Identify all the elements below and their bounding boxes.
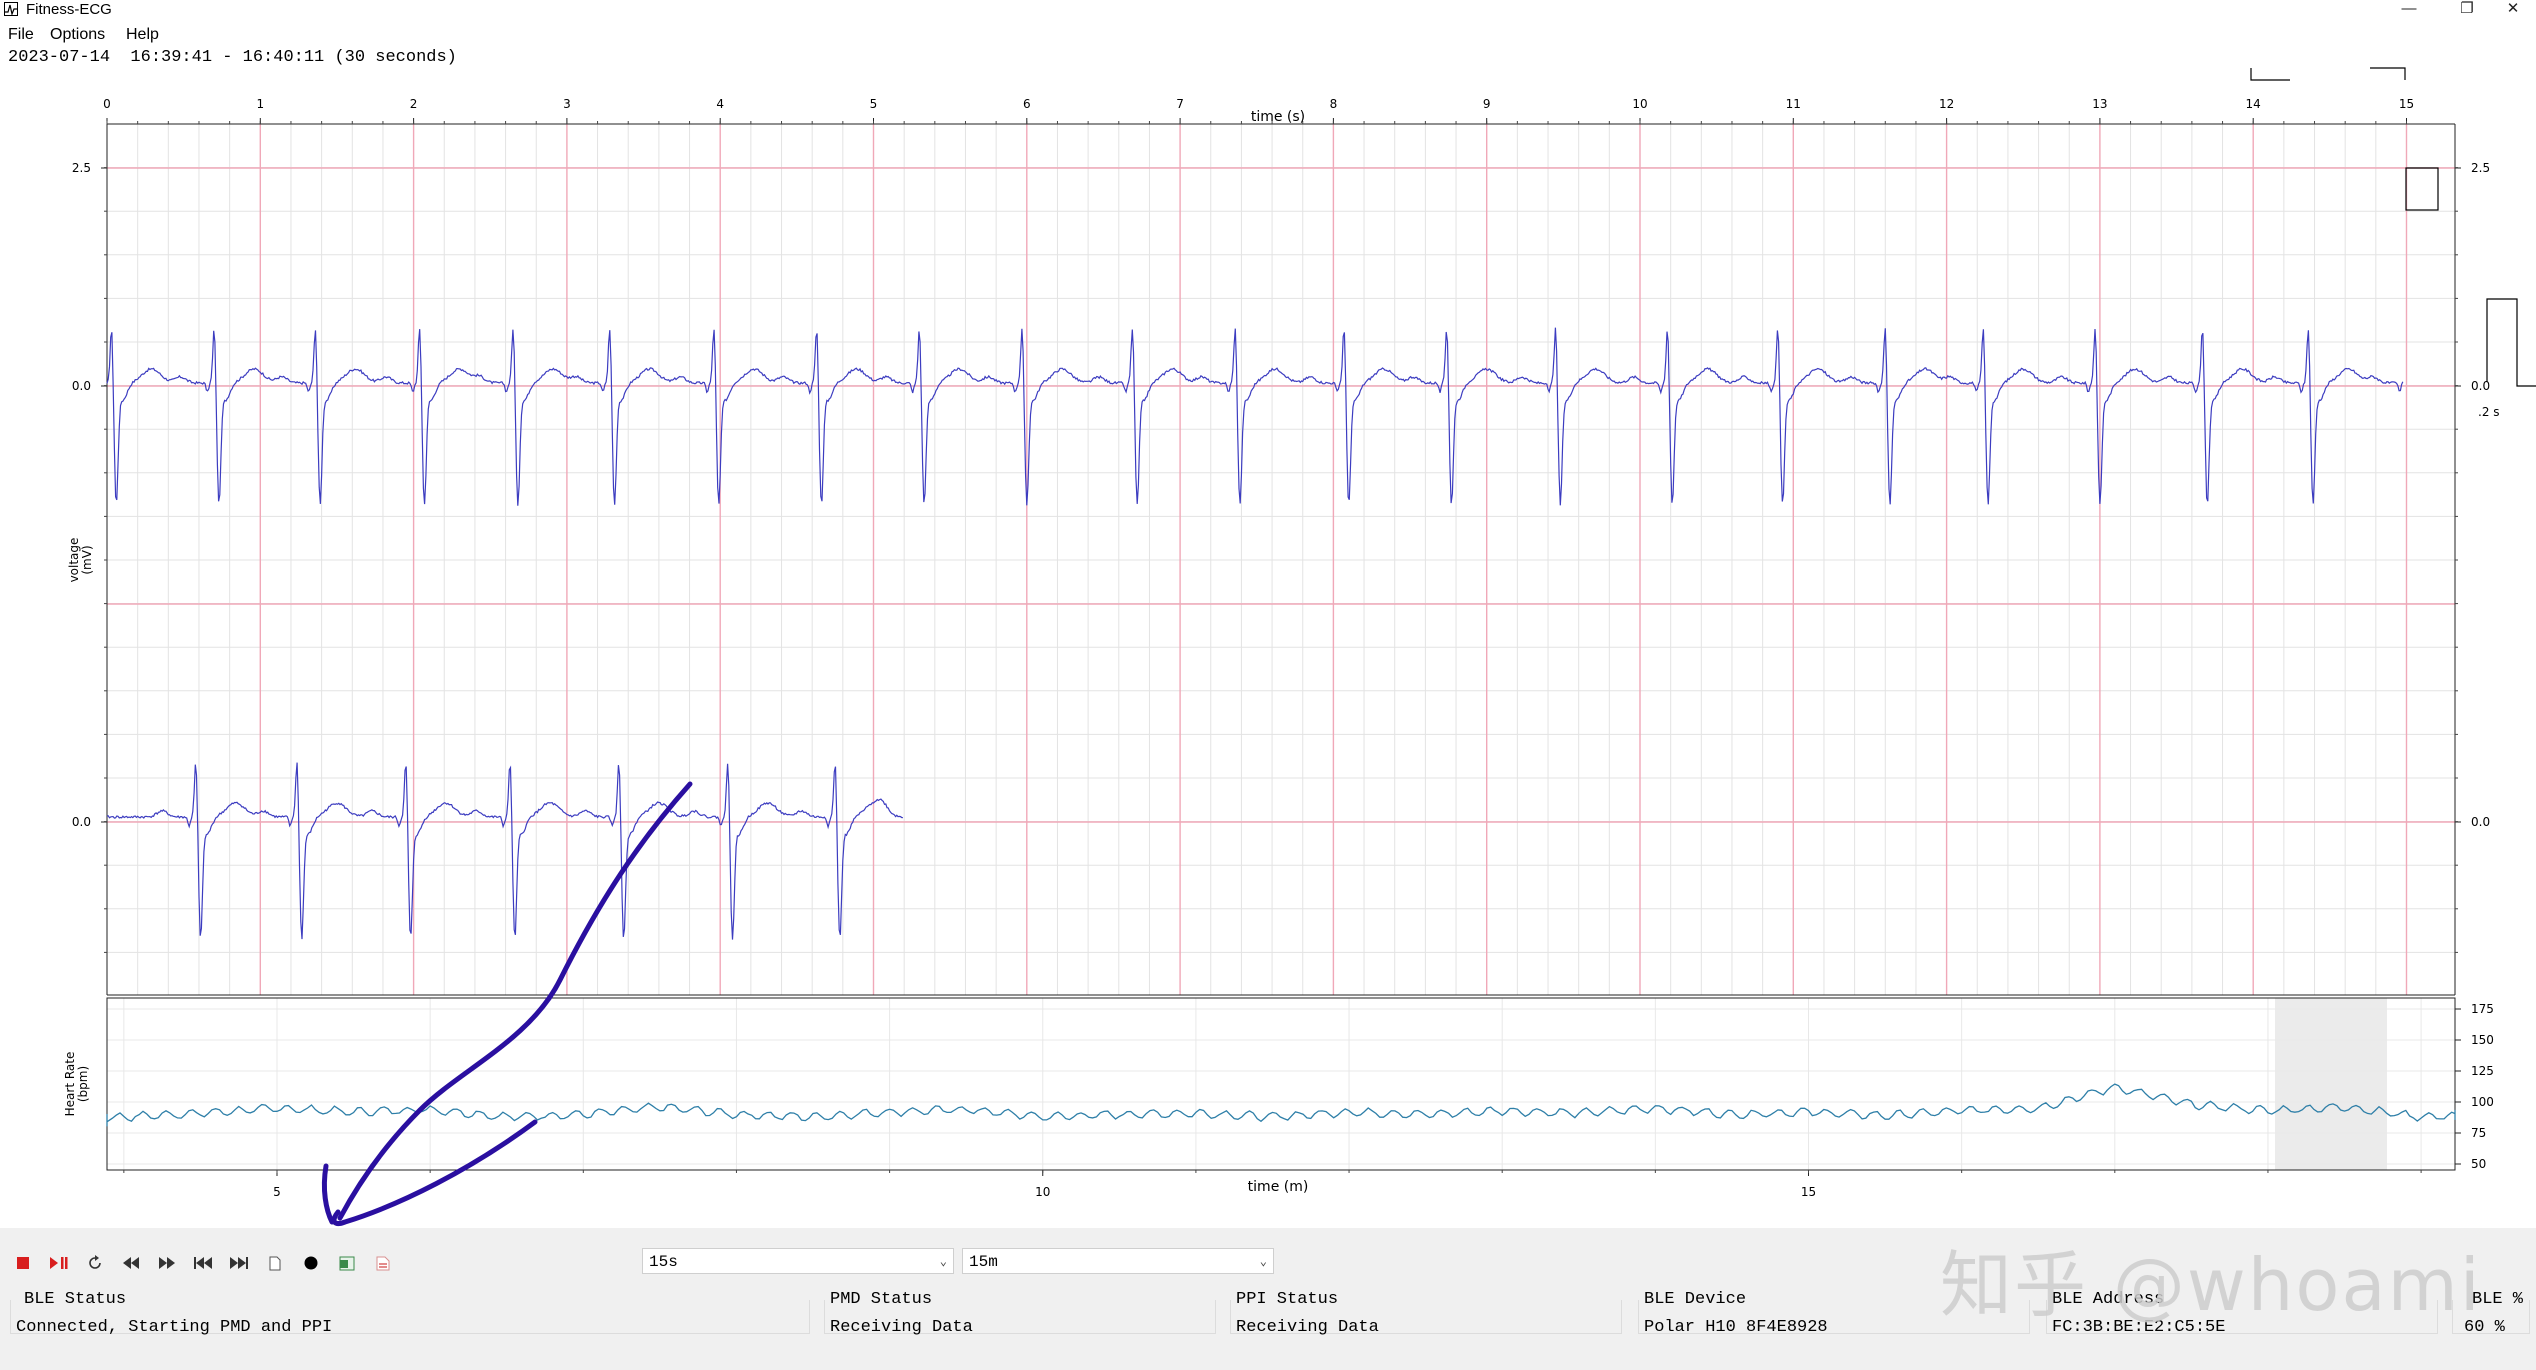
- y-tick-label-right: 2.5: [2471, 161, 2490, 175]
- record-icon: [304, 1256, 318, 1270]
- x-tick-label: 8: [1330, 97, 1338, 111]
- hr-x-axis-label: time (m): [1248, 1179, 1309, 1195]
- export-excel-button[interactable]: [334, 1250, 360, 1276]
- x-tick-label: 13: [2092, 97, 2107, 111]
- ble-status-value: Connected, Starting PMD and PPI: [16, 1318, 333, 1337]
- x-tick-label: 6: [1023, 97, 1031, 111]
- pmd-status-value: Receiving Data: [830, 1318, 973, 1337]
- x-tick-label: 9: [1483, 97, 1491, 111]
- ble-status-title: BLE Status: [24, 1290, 127, 1309]
- pmd-status-title: PMD Status: [830, 1290, 933, 1309]
- hr-y-axis-label: Heart Rate(bpm): [63, 1052, 90, 1117]
- refresh-icon: [89, 1255, 101, 1269]
- calibration-pulse: [2486, 298, 2536, 387]
- ble-status-group: BLE Status Connected, Starting PMD and P…: [10, 1290, 810, 1340]
- ble-device-title: BLE Device: [1644, 1290, 1747, 1309]
- x-tick-label: 0: [103, 97, 111, 111]
- export-pdf-button[interactable]: [370, 1250, 396, 1276]
- hr-y-tick-label: 100: [2471, 1095, 2494, 1109]
- pmd-status-group: PMD Status Receiving Data: [824, 1290, 1216, 1340]
- annotation-stroke-tail: [321, 1163, 335, 1225]
- ecg-grid: [107, 123, 2455, 995]
- hr-y-tick-label: 50: [2471, 1157, 2486, 1171]
- hr-y-tick-label: 75: [2471, 1126, 2486, 1140]
- stop-icon: [17, 1257, 29, 1269]
- x-tick-label: 15: [2399, 97, 2414, 111]
- hr-grid: [107, 998, 2455, 1170]
- calibration-bracket-left: [2250, 68, 2290, 81]
- calibration-bracket-right: [2370, 67, 2406, 80]
- x-tick-label: 7: [1176, 97, 1184, 111]
- history-length-select[interactable]: 15m ⌄: [962, 1248, 1274, 1274]
- skip-start-button[interactable]: [190, 1250, 216, 1276]
- x-tick-label: 4: [716, 97, 724, 111]
- stop-button[interactable]: [10, 1250, 36, 1276]
- refresh-button[interactable]: [82, 1250, 108, 1276]
- x-tick-label: 3: [563, 97, 571, 111]
- rewind-icon: [123, 1257, 139, 1269]
- y-tick-label-right: 0.0: [2471, 815, 2490, 829]
- history-length-value: 15m: [969, 1253, 998, 1271]
- x-tick-label: 1: [256, 97, 264, 111]
- skip-start-icon: [194, 1257, 212, 1269]
- x-tick-label: 5: [870, 97, 878, 111]
- excel-icon: [339, 1256, 355, 1270]
- plot-area: 0 1 2 3 4 5 6 7 8 9 10 11 12 13 14 15time (s)2.50.00.02…: [63, 67, 2536, 1227]
- skip-end-button[interactable]: [226, 1250, 252, 1276]
- x-tick-label: 2: [410, 97, 418, 111]
- x-tick-label: 14: [2246, 97, 2261, 111]
- rewind-button[interactable]: [118, 1250, 144, 1276]
- pdf-icon: [376, 1256, 390, 1270]
- fast-forward-icon: [159, 1257, 175, 1269]
- hr-y-tick-label: 125: [2471, 1064, 2494, 1078]
- hr-x-tick-label: 5: [273, 1185, 281, 1199]
- hr-highlight-region: [2275, 998, 2387, 1170]
- fast-forward-button[interactable]: [154, 1250, 180, 1276]
- file-icon: [269, 1256, 281, 1270]
- x-tick-label: 10: [1632, 97, 1647, 111]
- calibration-label: .2 s: [2478, 405, 2500, 419]
- ppi-status-value: Receiving Data: [1236, 1318, 1379, 1337]
- hr-x-tick-label: 10: [1035, 1185, 1050, 1199]
- new-file-button[interactable]: [262, 1250, 288, 1276]
- hr-background: [107, 998, 2455, 1170]
- window-length-select[interactable]: 15s ⌄: [642, 1248, 954, 1274]
- y-tick-label: 0.0: [72, 815, 91, 829]
- play-pause-button[interactable]: [46, 1250, 72, 1276]
- record-button[interactable]: [298, 1250, 324, 1276]
- hr-y-tick-label: 150: [2471, 1033, 2494, 1047]
- ppi-status-group: PPI Status Receiving Data: [1230, 1290, 1622, 1340]
- x-tick-label: 11: [1786, 97, 1801, 111]
- chevron-down-icon: ⌄: [939, 1255, 947, 1269]
- y-tick-label: 2.5: [72, 161, 91, 175]
- hr-x-tick-label: 15: [1801, 1185, 1816, 1199]
- chevron-down-icon: ⌄: [1259, 1255, 1267, 1269]
- x-tick-label: 12: [1939, 97, 1954, 111]
- hr-y-tick-label: 175: [2471, 1002, 2494, 1016]
- y-axis-label: voltage(mV): [67, 538, 94, 583]
- ble-device-value: Polar H10 8F4E8928: [1644, 1318, 1828, 1337]
- play-pause-icon: [50, 1257, 68, 1269]
- ppi-status-title: PPI Status: [1236, 1290, 1339, 1309]
- x-axis-label: time (s): [1251, 109, 1305, 125]
- watermark: 知乎 @whoami: [1940, 1243, 2482, 1327]
- window-length-value: 15s: [649, 1253, 678, 1271]
- y-tick-label: 0.0: [72, 379, 91, 393]
- skip-end-icon: [230, 1257, 248, 1269]
